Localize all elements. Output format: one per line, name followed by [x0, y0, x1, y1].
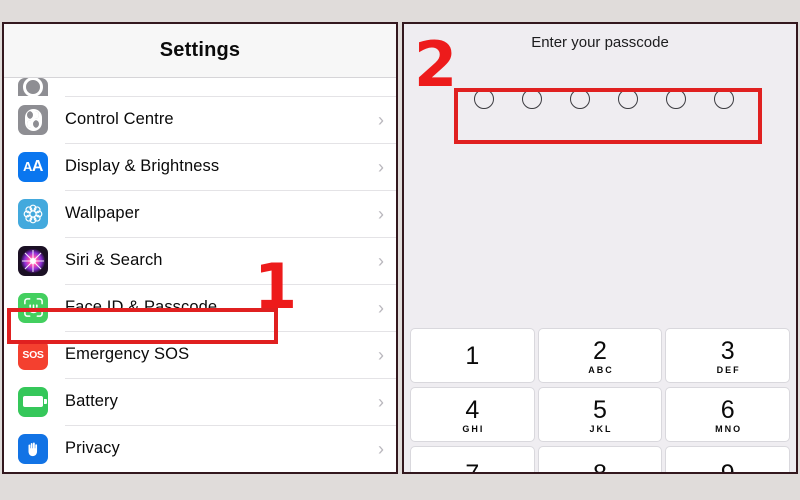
settings-row-label: Battery — [65, 392, 118, 410]
keypad-key-number: 4 — [465, 395, 480, 424]
keypad-key-number: 1 — [465, 342, 480, 371]
chevron-right-icon: › — [378, 109, 384, 130]
settings-row-label: Face ID & Passcode — [65, 298, 218, 316]
keypad-key-number: 8 — [593, 461, 607, 472]
keypad-key-number: 5 — [593, 395, 607, 424]
hand-glyph — [28, 442, 38, 456]
keypad-key-number: 7 — [465, 461, 479, 472]
settings-row[interactable]: AA Display & Brightness › — [4, 143, 396, 190]
keypad-key-number: 6 — [720, 395, 735, 424]
annotation-step-2: 2 — [414, 28, 458, 101]
keypad-key-8[interactable]: 8 — [537, 446, 663, 472]
display-brightness-icon: AA — [18, 151, 48, 182]
settings-row[interactable]: Wallpaper › — [4, 190, 396, 237]
battery-icon — [18, 386, 48, 417]
settings-panel: Settings Control Centre › AA Display & Brig… — [2, 22, 398, 474]
settings-row[interactable]: Control Centre › — [4, 96, 396, 143]
siri-orb-glyph — [21, 248, 45, 273]
passcode-dot — [522, 89, 542, 109]
face-id-icon — [18, 292, 48, 323]
settings-row[interactable]: SOS Emergency SOS › — [4, 331, 396, 378]
keypad-key-2[interactable]: 2 ABC — [537, 328, 663, 383]
keypad-key-number: 2 — [593, 336, 607, 365]
keypad-key-letters: GHI — [462, 424, 485, 435]
passcode-dot — [714, 89, 734, 109]
settings-row[interactable]: Privacy › — [4, 425, 396, 472]
keypad-key-9[interactable]: 9 — [665, 446, 790, 472]
settings-row-label: Siri & Search — [65, 251, 163, 269]
keypad-key-4[interactable]: 4 GHI — [410, 387, 535, 442]
settings-header: Settings — [4, 24, 396, 78]
settings-row[interactable]: Face ID & Passcode › — [4, 284, 396, 331]
settings-row-label: Display & Brightness — [65, 157, 220, 175]
keypad-key-number: 9 — [721, 461, 735, 472]
settings-row-label: Privacy — [65, 439, 120, 457]
settings-row-partial[interactable] — [4, 78, 396, 96]
chevron-right-icon: › — [378, 250, 384, 271]
passcode-dot — [570, 89, 590, 109]
keypad-key-number: 3 — [720, 336, 735, 365]
chevron-right-icon: › — [378, 344, 384, 365]
chevron-right-icon: › — [378, 438, 384, 459]
settings-row-label: Emergency SOS — [65, 345, 190, 363]
settings-row[interactable]: Siri & Search › — [4, 237, 396, 284]
privacy-hand-icon — [18, 433, 48, 464]
page-title: Settings — [159, 39, 241, 61]
passcode-panel: Enter your passcode 1 2 ABC 3 DEF 4 GHI 5 JKL 6 MN… — [402, 22, 798, 474]
siri-icon — [18, 245, 48, 276]
annotation-step-1: 1 — [254, 250, 298, 323]
keypad-key-6[interactable]: 6 MNO — [665, 387, 790, 442]
passcode-dot — [618, 89, 638, 109]
passcode-dot — [666, 89, 686, 109]
gear-glyph — [23, 78, 43, 96]
settings-row-label: Control Centre — [65, 110, 174, 128]
settings-row[interactable]: Battery › — [4, 378, 396, 425]
keypad-key-letters: MNO — [715, 424, 743, 435]
numeric-keypad[interactable]: 12ABC3DEF4GHI5JKL6MNO789 — [410, 328, 790, 472]
chevron-right-icon: › — [378, 391, 384, 412]
chevron-right-icon: › — [378, 203, 384, 224]
sos-glyph: SOS — [22, 348, 44, 361]
aa-glyph: AA — [23, 157, 43, 175]
keypad-key-1[interactable]: 1 — [410, 328, 535, 383]
control-centre-icon — [18, 104, 48, 135]
passcode-dot — [474, 89, 494, 109]
keypad-key-letters: DEF — [716, 365, 741, 376]
sos-icon: SOS — [18, 339, 48, 370]
keypad-key-letters: ABC — [588, 365, 614, 376]
flower-glyph — [23, 204, 43, 223]
keypad-key-7[interactable]: 7 — [410, 446, 535, 472]
passcode-prompt: Enter your passcode — [531, 34, 669, 51]
passcode-dots — [452, 78, 756, 120]
chevron-right-icon: › — [378, 156, 384, 177]
toggles-glyph — [24, 108, 42, 131]
settings-row-label: Wallpaper — [65, 204, 140, 222]
keypad-key-letters: JKL — [589, 424, 613, 435]
chevron-right-icon: › — [378, 297, 384, 318]
face-id-glyph — [23, 298, 43, 317]
screenshot-root: Settings Control Centre › AA Display & Brig… — [0, 0, 800, 500]
battery-glyph — [23, 396, 47, 407]
settings-list: Control Centre › AA Display & Brightness › Wa… — [4, 78, 396, 472]
keypad-key-5[interactable]: 5 JKL — [537, 387, 663, 442]
gear-icon — [18, 78, 48, 96]
keypad-key-3[interactable]: 3 DEF — [665, 328, 790, 383]
wallpaper-icon — [18, 198, 48, 229]
